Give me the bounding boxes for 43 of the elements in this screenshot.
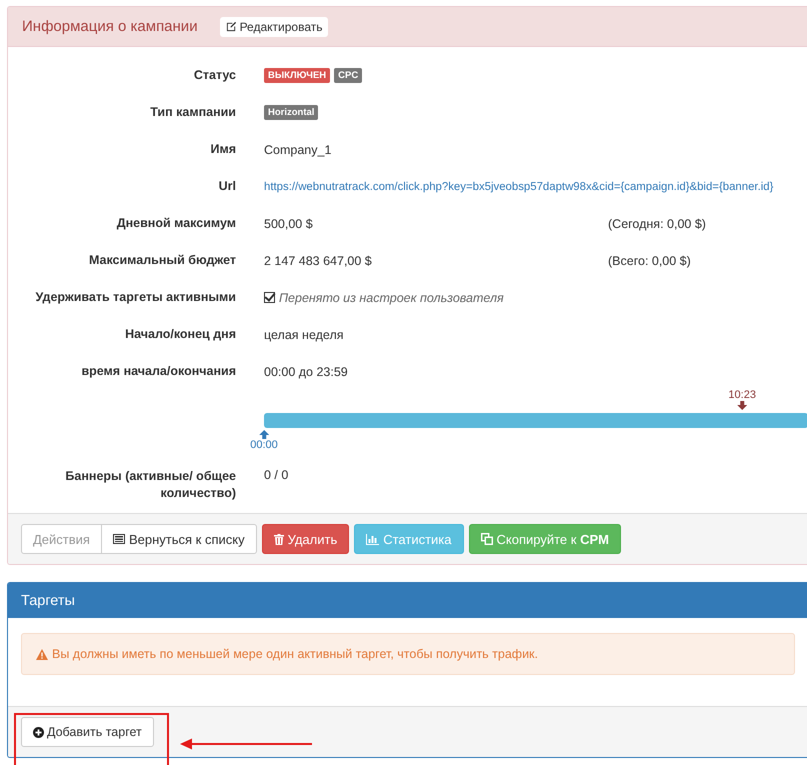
field-label: Максимальный бюджет xyxy=(88,252,236,269)
field-note: (Сегодня: 0,00 $) xyxy=(608,216,706,230)
field-value: Company_1 xyxy=(264,142,332,156)
list-icon xyxy=(112,534,125,544)
field-value: 500,00 $ xyxy=(264,216,314,230)
delete-button[interactable]: Удалить xyxy=(262,524,350,554)
edit-button[interactable]: Редактировать xyxy=(220,16,328,36)
url-link[interactable]: https://webnutratrack.com/click.php?key=bx5jveobsp57daptw98x&cid={campaign.id}&bid={banner.id} xyxy=(264,180,774,192)
warning-icon xyxy=(36,648,48,660)
add-target-button[interactable]: Добавить таргет xyxy=(21,717,154,747)
field-value: целая неделя xyxy=(264,328,344,342)
field-label: Начало/конец дня xyxy=(124,326,236,343)
field-label: время начала/окончания xyxy=(80,363,236,380)
back-to-list-button[interactable]: Вернуться к списку xyxy=(100,524,257,554)
field-note: (Всего: 0,00 $) xyxy=(608,254,691,268)
field-value: 0 / 0 xyxy=(264,468,288,482)
field-label: Тип кампании xyxy=(149,104,236,121)
edit-icon xyxy=(226,21,237,32)
field-label: Url xyxy=(218,178,236,195)
warning-text: Вы должны иметь по меньшей мере один активный таргет, чтобы получить трафик. xyxy=(52,647,538,661)
copy-icon xyxy=(480,533,493,545)
field-value: 2 147 483 647,00 $ xyxy=(264,254,373,268)
field-label: Дневной максимум xyxy=(116,215,236,232)
status-badge: Horizontal xyxy=(264,105,318,120)
field-label: Имя xyxy=(209,141,236,158)
checkbox[interactable] xyxy=(264,292,275,303)
status-badge: ВЫКЛЮЧЕН xyxy=(264,68,330,83)
field-label: Баннеры (активные/ общее количество) xyxy=(64,468,236,502)
panel-title: Информация о кампании xyxy=(22,18,198,35)
status-badge: CPC xyxy=(334,68,362,83)
time-label: 10:23 xyxy=(728,389,756,401)
up-arrow-icon xyxy=(259,430,269,439)
field-value: 00:00 до 23:59 xyxy=(264,364,348,378)
bar-chart-icon xyxy=(366,534,380,544)
time-label: 00:00 xyxy=(250,439,278,451)
plus-circle-icon xyxy=(33,726,44,738)
field-note: Перенято из настроек пользователя xyxy=(279,290,504,304)
field-label: Удерживать таргеты активными xyxy=(34,289,236,306)
trash-icon xyxy=(274,534,284,544)
copy-button[interactable]: Скопируйте к CPM xyxy=(468,524,621,554)
actions-button[interactable]: Действия xyxy=(21,524,102,554)
panel-header: Таргеты xyxy=(8,583,807,618)
field-label: Статус xyxy=(192,67,236,84)
